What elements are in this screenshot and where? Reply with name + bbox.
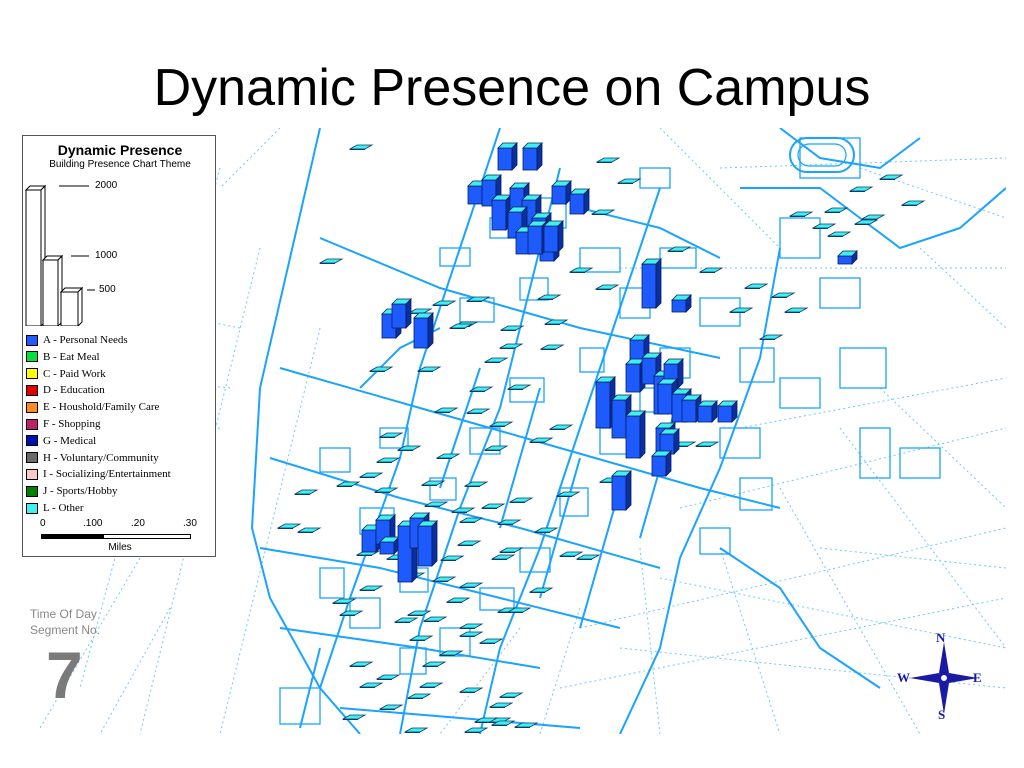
legend-item: H - Voluntary/Community <box>26 451 159 465</box>
compass-icon <box>910 642 978 714</box>
presence-bar <box>651 450 672 477</box>
legend-item: I - Socializing/Entertainment <box>26 467 171 481</box>
time-of-day-label: Time Of Day Segment No. <box>30 606 100 638</box>
compass-n: N <box>936 630 946 645</box>
legend-item: J - Sports/Hobby <box>26 484 118 498</box>
legend-scale-label-2000: 2000 <box>95 180 118 191</box>
legend-panel: Dynamic Presence Building Presence Chart… <box>22 135 216 557</box>
legend-item: A - Personal Needs <box>26 333 128 347</box>
legend-scale-bar-500 <box>59 286 95 326</box>
presence-bar <box>641 258 662 309</box>
presence-bar <box>611 470 632 511</box>
scalebar-tick-0: 0 <box>40 518 46 529</box>
presence-bar <box>625 410 646 459</box>
presence-bar <box>717 400 738 423</box>
legend-swatch <box>26 384 38 396</box>
legend-swatch <box>26 502 38 514</box>
presence-bar <box>417 520 438 567</box>
legend-scale-label-1000: 1000 <box>95 250 118 261</box>
time-of-day-value: 7 <box>46 638 83 712</box>
legend-item: G - Medical <box>26 434 96 448</box>
scalebar-tick-2: .20 <box>131 518 145 529</box>
legend-subtitle: Building Presence Chart Theme <box>49 159 191 170</box>
legend-item: D - Education <box>26 383 105 397</box>
legend-label: L - Other <box>43 502 84 514</box>
legend-label: C - Paid Work <box>43 367 106 380</box>
legend-item: E - Houshold/Family Care <box>26 400 159 414</box>
legend-label: G - Medical <box>43 434 97 447</box>
time-of-day-label-line1: Time Of Day <box>30 607 97 621</box>
legend-label: D - Education <box>43 384 105 397</box>
legend-item: B - Eat Meal <box>26 350 100 364</box>
scalebar-tick-3: .30 <box>183 518 197 529</box>
slide-title: Dynamic Presence on Campus <box>153 59 871 117</box>
compass-e: E <box>973 670 982 685</box>
presence-bar <box>551 180 572 205</box>
legend-swatch <box>26 368 38 380</box>
presence-bar <box>413 312 434 349</box>
legend-title: Dynamic Presence <box>57 142 183 158</box>
presence-bar <box>697 400 718 423</box>
legend-swatch <box>26 435 38 447</box>
legend-label: E - Houshold/Family Care <box>43 401 160 414</box>
presence-bar <box>543 220 564 253</box>
compass-w: W <box>897 670 910 685</box>
legend-swatch <box>26 418 38 430</box>
legend-label: J - Sports/Hobby <box>43 485 118 498</box>
scalebar-unit: Miles <box>108 542 132 553</box>
time-of-day-label-line2: Segment No. <box>30 623 101 637</box>
presence-bar <box>497 142 518 171</box>
legend-label: I - Socializing/Entertainment <box>43 468 171 481</box>
presence-bar <box>522 142 543 171</box>
presence-bar <box>837 250 858 265</box>
legend-label: B - Eat Meal <box>43 350 100 363</box>
presence-bar <box>379 536 400 555</box>
legend-item: C - Paid Work <box>26 367 106 381</box>
legend-swatch <box>26 485 38 497</box>
legend-scale-label-500: 500 <box>99 284 116 295</box>
legend-item: F - Shopping <box>26 417 100 431</box>
presence-bars <box>361 142 858 583</box>
legend-swatch <box>26 401 38 413</box>
legend-label: H - Voluntary/Community <box>43 451 159 464</box>
presence-markers <box>276 144 926 733</box>
presence-bar <box>391 298 412 329</box>
legend-swatch <box>26 452 38 464</box>
legend-item: L - Other <box>26 501 84 515</box>
scalebar-tick-1: .100 <box>83 518 103 529</box>
legend-label: A - Personal Needs <box>43 334 128 346</box>
presence-bar <box>569 188 590 215</box>
legend-swatch <box>26 334 38 346</box>
legend-swatch <box>26 468 38 480</box>
scalebar-track <box>41 534 191 539</box>
presence-bar <box>671 294 692 313</box>
legend-label: F - Shopping <box>43 418 101 430</box>
compass-s: S <box>938 707 946 722</box>
legend-swatch <box>26 351 38 363</box>
legend-scale-chart <box>24 184 95 326</box>
presence-bar <box>659 428 680 455</box>
